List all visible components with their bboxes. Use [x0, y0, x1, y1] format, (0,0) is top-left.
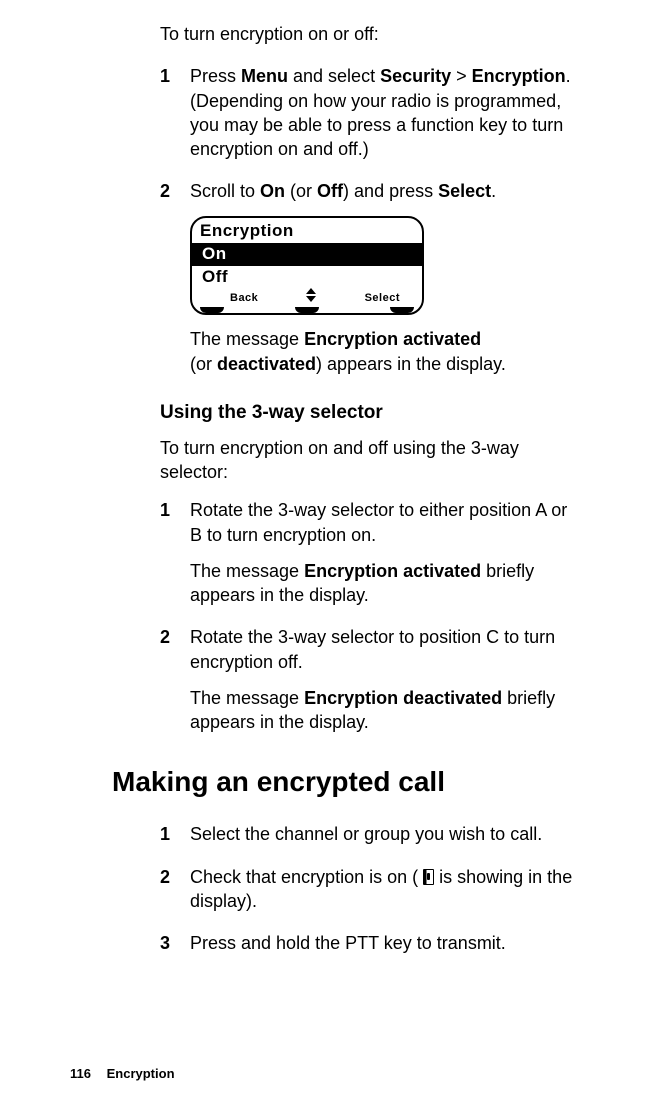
selector-step-2: 2 Rotate the 3-way selector to position …	[160, 625, 577, 734]
step-body: Check that encryption is on ( is showing…	[190, 865, 577, 914]
step-number: 1	[160, 822, 190, 846]
option-on: On	[192, 243, 422, 266]
step-body: Rotate the 3-way selector to either posi…	[190, 498, 577, 607]
step-number: 2	[160, 625, 190, 734]
screen-title: Encryption	[192, 218, 422, 243]
radio-screen: Encryption On Off Back Select	[190, 216, 424, 316]
step-body: Press Menu and select Security > Encrypt…	[190, 64, 577, 161]
screen-tabs	[192, 307, 422, 313]
step-text: Rotate the 3-way selector to either posi…	[190, 498, 577, 547]
step-text: Press Menu and select Security > Encrypt…	[190, 64, 577, 161]
tab-icon	[200, 307, 224, 313]
step-result: The message Encryption activated briefly…	[190, 559, 577, 608]
page-content: To turn encryption on or off: 1 Press Me…	[0, 0, 647, 956]
softkey-back: Back	[230, 291, 258, 306]
step-text: Select the channel or group you wish to …	[190, 822, 577, 846]
step-body: Rotate the 3-way selector to position C …	[190, 625, 577, 734]
step-number: 3	[160, 931, 190, 955]
call-step-3: 3 Press and hold the PTT key to transmit…	[160, 931, 577, 955]
page-footer: 116 Encryption	[70, 1065, 175, 1083]
step-number: 1	[160, 498, 190, 607]
step-text: Check that encryption is on ( is showing…	[190, 865, 577, 914]
step-body: Select the channel or group you wish to …	[190, 822, 577, 846]
step-number: 2	[160, 179, 190, 376]
heading-encrypted-call: Making an encrypted call	[112, 763, 577, 801]
page-number: 116	[70, 1066, 91, 1081]
step-result: The message Encryption activated (or dea…	[190, 327, 577, 376]
subheading-3way: Using the 3-way selector	[160, 400, 577, 426]
tab-icon	[390, 307, 414, 313]
encryption-icon	[423, 869, 434, 885]
step-number: 1	[160, 64, 190, 161]
selector-intro: To turn encryption on and off using the …	[160, 436, 577, 485]
softkey-bar: Back Select	[192, 289, 422, 310]
step-body: Press and hold the PTT key to transmit.	[190, 931, 577, 955]
step-1: 1 Press Menu and select Security > Encry…	[160, 64, 577, 161]
tab-icon	[295, 307, 319, 313]
step-text: Rotate the 3-way selector to position C …	[190, 625, 577, 674]
option-off: Off	[192, 266, 422, 289]
step-number: 2	[160, 865, 190, 914]
footer-title: Encryption	[107, 1066, 175, 1081]
intro-text: To turn encryption on or off:	[160, 22, 577, 46]
call-step-2: 2 Check that encryption is on ( is showi…	[160, 865, 577, 914]
selector-step-1: 1 Rotate the 3-way selector to either po…	[160, 498, 577, 607]
step-body: Scroll to On (or Off) and press Select. …	[190, 179, 577, 376]
step-text: Scroll to On (or Off) and press Select.	[190, 179, 577, 203]
step-result: The message Encryption deactivated brief…	[190, 686, 577, 735]
call-step-1: 1 Select the channel or group you wish t…	[160, 822, 577, 846]
step-2: 2 Scroll to On (or Off) and press Select…	[160, 179, 577, 376]
softkey-select: Select	[365, 291, 400, 306]
step-text: Press and hold the PTT key to transmit.	[190, 931, 577, 955]
